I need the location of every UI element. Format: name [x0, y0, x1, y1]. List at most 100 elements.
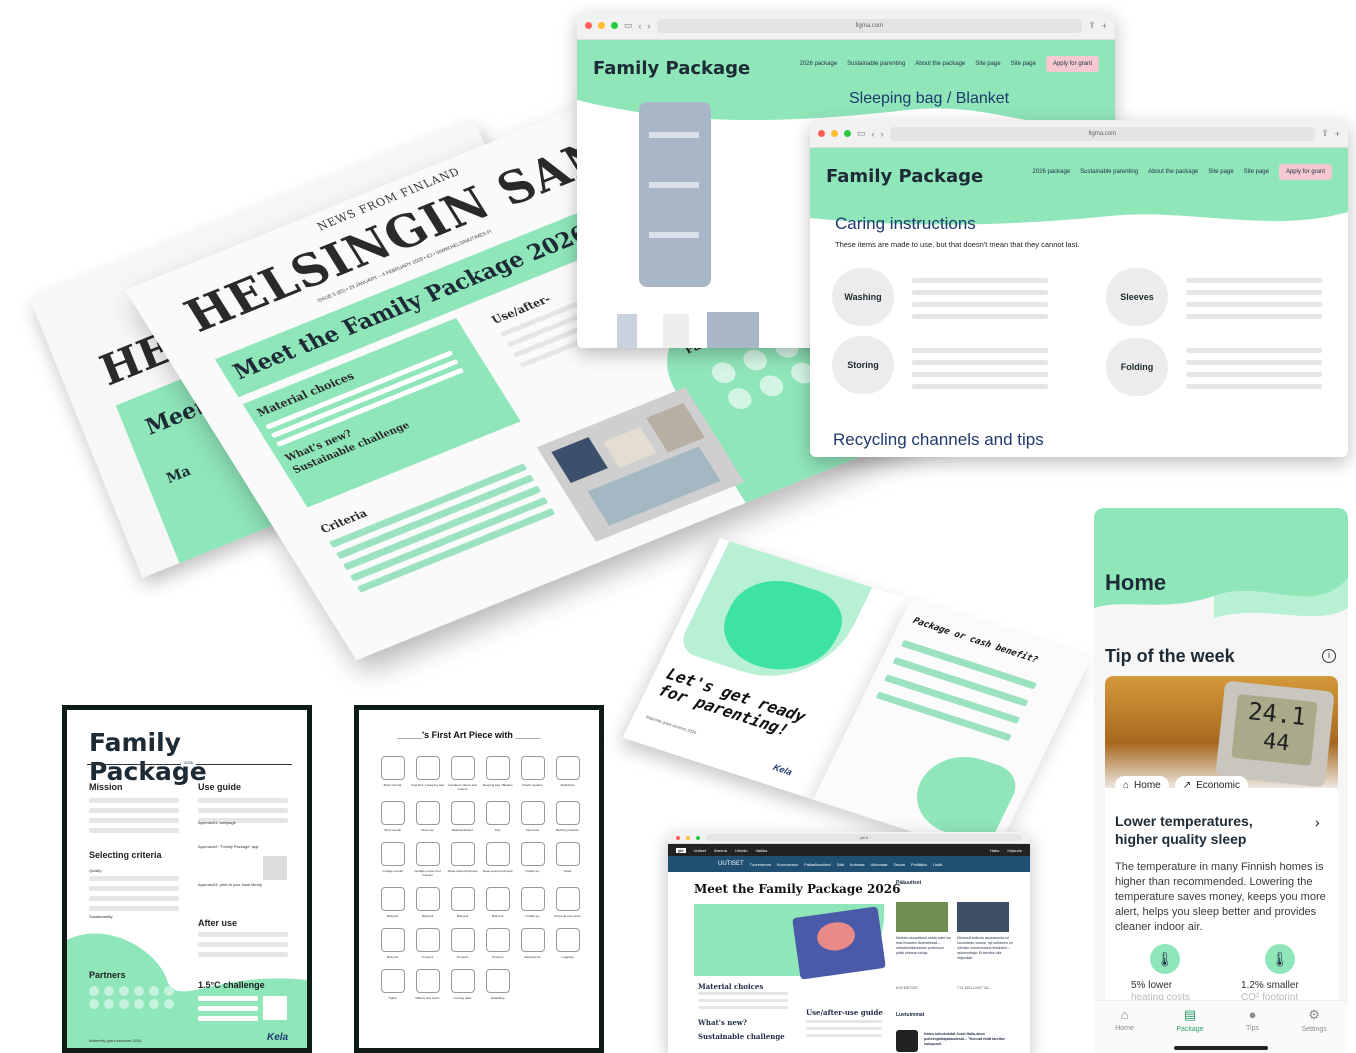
- qr-code[interactable]: [263, 856, 287, 880]
- nav-link-about[interactable]: About the package: [1148, 169, 1198, 175]
- clothing-item: Tights: [375, 969, 410, 1000]
- section-title[interactable]: UUTISET: [718, 861, 744, 867]
- browser-window-caring: ▭ ‹ › figma.com ⇪ + Family Package 2026 …: [810, 120, 1348, 457]
- nav-link-2026-package[interactable]: 2026 package: [1032, 169, 1070, 175]
- minimize-dot-icon[interactable]: [686, 835, 690, 840]
- apply-grant-button[interactable]: Apply for grant: [1278, 164, 1332, 180]
- clothing-label: Bodysuit: [386, 914, 399, 918]
- new-tab-icon[interactable]: +: [1335, 129, 1340, 139]
- nav-link-site-page-1[interactable]: Site page: [975, 61, 1000, 67]
- qr-code[interactable]: [263, 996, 287, 1020]
- minimize-dot-icon[interactable]: [831, 130, 838, 137]
- back-arrow-icon[interactable]: ‹: [872, 129, 875, 139]
- nav-link-sustainable[interactable]: Sustainable parenting: [1080, 169, 1138, 175]
- site-header: Family Package 2026 package Sustainable …: [810, 148, 1348, 208]
- sub-nav-1[interactable]: Koronavirus: [777, 862, 798, 867]
- sub-nav-7[interactable]: Politiikka: [911, 862, 927, 867]
- url-bar[interactable]: yle.fi: [706, 834, 1022, 841]
- top-nav-vaikka[interactable]: Vaikka: [756, 848, 768, 853]
- yle-logo[interactable]: yle: [676, 847, 686, 853]
- news-sustainable[interactable]: Sustainable challenge: [698, 1032, 785, 1041]
- clothing-label: Trousers: [491, 955, 504, 959]
- care-item-sleeves[interactable]: Sleeves: [1106, 268, 1168, 326]
- news-material[interactable]: Material choices: [698, 982, 763, 991]
- nav-link-sustainable[interactable]: Sustainable parenting: [847, 61, 905, 67]
- top-nav-uutiset[interactable]: Uutiset: [694, 848, 706, 853]
- site-brand[interactable]: Family Package: [826, 166, 983, 187]
- care-item-storing[interactable]: Storing: [832, 336, 894, 394]
- site-brand[interactable]: Family Package: [593, 58, 750, 79]
- maximize-dot-icon[interactable]: [844, 130, 851, 137]
- thumbnail-2[interactable]: [663, 314, 689, 348]
- top-nav-haku[interactable]: Haku: [990, 848, 999, 853]
- site-nav: 2026 package Sustainable parenting About…: [799, 56, 1099, 72]
- url-bar[interactable]: figma.com: [889, 126, 1316, 141]
- thumbnail-3[interactable]: [707, 312, 759, 348]
- side-story2-text[interactable]: Meressä kelluvia asuinalueita on suunnit…: [957, 936, 1013, 961]
- sidebar-icon[interactable]: ▭: [857, 128, 866, 139]
- side-story1-image[interactable]: [896, 902, 948, 932]
- sub-nav-5[interactable]: Ulkomaat: [871, 862, 888, 867]
- forward-arrow-icon[interactable]: ›: [648, 21, 651, 31]
- nav-link-site-page-2[interactable]: Site page: [1011, 61, 1036, 67]
- news-use-after[interactable]: Use/after-use guide: [806, 1008, 883, 1017]
- side-story1-text[interactable]: Metsien kuusettumi-sesta tulee iso riski…: [896, 936, 952, 956]
- clothing-label: Wool overall: [384, 828, 401, 832]
- nav-link-site-page-2[interactable]: Site page: [1244, 169, 1269, 175]
- clothing-outline-icon: [415, 842, 440, 866]
- poster-partner-dots: [89, 986, 179, 1009]
- nav-link-about[interactable]: About the package: [915, 61, 965, 67]
- tab-home-label: Home: [1115, 1025, 1134, 1032]
- side-title: Pääuutiset: [896, 880, 922, 886]
- clothing-label: Bathing products: [556, 828, 579, 832]
- tab-settings[interactable]: ⚙ Settings: [1301, 1007, 1326, 1053]
- latest-title: Luetuimmat: [896, 1012, 925, 1018]
- news-whats-new[interactable]: What's new?: [698, 1018, 747, 1027]
- close-dot-icon[interactable]: [585, 22, 592, 29]
- maximize-dot-icon[interactable]: [611, 22, 618, 29]
- url-bar[interactable]: figma.com: [656, 18, 1083, 33]
- latest-story-image[interactable]: [896, 1030, 918, 1052]
- news-headline[interactable]: Meet the Family Package 2026: [694, 882, 900, 896]
- tag-home[interactable]: ⌂ Home: [1115, 776, 1169, 795]
- maximize-dot-icon[interactable]: [696, 835, 700, 840]
- sidebar-icon[interactable]: ▭: [624, 20, 633, 31]
- close-dot-icon[interactable]: [818, 130, 825, 137]
- close-dot-icon[interactable]: [676, 835, 680, 840]
- share-icon[interactable]: ⇪: [1321, 128, 1329, 139]
- top-nav-urheilu[interactable]: Urheilu: [735, 848, 748, 853]
- clothing-item: Sleep-around bodysuit: [480, 842, 515, 877]
- forward-arrow-icon[interactable]: ›: [881, 129, 884, 139]
- tab-home[interactable]: ⌂ Home: [1115, 1007, 1134, 1053]
- care-item-folding[interactable]: Folding: [1106, 338, 1168, 396]
- back-arrow-icon[interactable]: ‹: [639, 21, 642, 31]
- apply-grant-button[interactable]: Apply for grant: [1045, 56, 1099, 72]
- poster-approach1: Approach1: webpage: [198, 820, 236, 825]
- care-item-washing[interactable]: Washing: [832, 268, 894, 326]
- top-nav-areena[interactable]: Areena: [714, 848, 727, 853]
- tip-card[interactable]: 24.1 44 ⌂ Home ↗ Economic Lower temperatur…: [1105, 676, 1338, 1021]
- nav-link-site-page-1[interactable]: Site page: [1208, 169, 1233, 175]
- newspaper-back-subhead: Ma: [164, 463, 194, 488]
- share-icon[interactable]: ⇪: [1088, 20, 1096, 31]
- clothing-label: Body and hat: [383, 783, 402, 787]
- minimize-dot-icon[interactable]: [598, 22, 605, 29]
- sub-nav-6[interactable]: Talous: [893, 862, 905, 867]
- latest-story-text[interactable]: Katso kohokohdat Jussi Halla-ahon puheen…: [924, 1032, 1016, 1047]
- sub-nav-3[interactable]: Sää: [837, 862, 844, 867]
- card-body: The temperature in many Finnish homes is…: [1115, 861, 1326, 933]
- info-icon[interactable]: i: [1322, 649, 1336, 663]
- side-story2-image[interactable]: [957, 902, 1009, 932]
- nav-link-2026-package[interactable]: 2026 package: [799, 61, 837, 67]
- top-nav-kirjaudu[interactable]: Kirjaudu: [1007, 848, 1022, 853]
- clothing-outline-icon: [555, 801, 580, 825]
- tag-economic[interactable]: ↗ Economic: [1174, 776, 1249, 795]
- sub-nav-8[interactable]: Lisää: [933, 862, 943, 867]
- chevron-right-icon[interactable]: ›: [1315, 814, 1320, 830]
- thumbnail-1[interactable]: [617, 314, 637, 348]
- sub-nav-4[interactable]: Kotimaa: [850, 862, 865, 867]
- clothing-outline-icon: [380, 801, 405, 825]
- sub-nav-2[interactable]: Paikallisuutiset: [804, 862, 830, 867]
- sub-nav-0[interactable]: Tuoreimmat: [750, 862, 771, 867]
- new-tab-icon[interactable]: +: [1102, 21, 1107, 31]
